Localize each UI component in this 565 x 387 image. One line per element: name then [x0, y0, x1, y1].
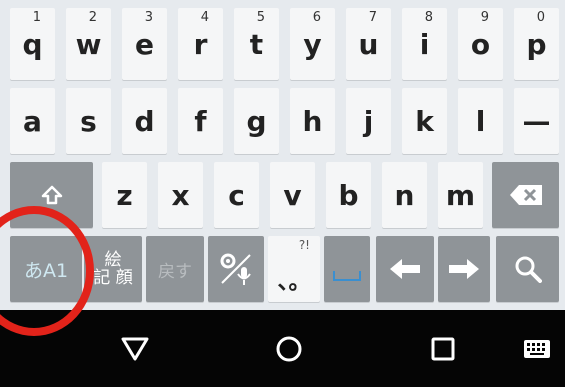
punctuation-key[interactable]: ?! 、。 [268, 236, 320, 302]
key-p-label: p [526, 27, 547, 61]
key-t[interactable]: 5 t [234, 8, 279, 80]
key-f[interactable]: f [178, 88, 223, 154]
arrow-left-icon [390, 259, 420, 279]
key-u-label: u [358, 27, 379, 61]
key-e-hint: 3 [144, 10, 153, 25]
key-i[interactable]: 8 i [402, 8, 447, 80]
key-f-label: f [194, 104, 207, 138]
key-o-hint: 9 [480, 10, 489, 25]
nav-back-icon [121, 337, 149, 361]
key-d[interactable]: d [122, 88, 167, 154]
backspace-key[interactable] [492, 162, 559, 228]
key-dash[interactable]: — [514, 88, 559, 154]
cursor-left-key[interactable] [376, 236, 434, 302]
key-v-label: v [283, 178, 302, 212]
keyboard-switch-button[interactable] [520, 332, 554, 366]
key-i-label: i [419, 27, 430, 61]
key-k-label: k [415, 104, 434, 138]
space-icon [333, 271, 361, 281]
key-t-hint: 5 [256, 10, 265, 25]
software-keyboard: 1 q 2 w 3 e 4 r 5 t 6 y 7 u 8 i 9 o 0 p … [0, 0, 565, 310]
key-m[interactable]: m [438, 162, 483, 228]
key-a-label: a [23, 104, 42, 138]
key-l[interactable]: l [458, 88, 503, 154]
keyboard-icon [524, 340, 550, 358]
key-p[interactable]: 0 p [514, 8, 559, 80]
key-r-hint: 4 [200, 10, 209, 25]
key-x-label: x [171, 178, 190, 212]
key-r[interactable]: 4 r [178, 8, 223, 80]
key-w-hint: 2 [88, 10, 97, 25]
nav-back-button[interactable] [118, 332, 152, 366]
key-q-hint: 1 [32, 10, 41, 25]
symbol-key-top-label: 絵 [104, 250, 122, 270]
arrow-right-icon [449, 259, 479, 279]
nav-recents-icon [431, 337, 455, 361]
key-x[interactable]: x [158, 162, 203, 228]
search-key[interactable] [496, 236, 559, 302]
nav-home-icon [276, 336, 302, 362]
key-r-label: r [193, 27, 208, 61]
key-q[interactable]: 1 q [10, 8, 55, 80]
key-n-label: n [394, 178, 415, 212]
key-q-label: q [22, 27, 43, 61]
key-b-label: b [338, 178, 359, 212]
settings-mic-icon [220, 253, 251, 285]
key-d-label: d [134, 104, 155, 138]
key-c[interactable]: c [214, 162, 259, 228]
key-t-label: t [249, 27, 264, 61]
input-mode-key[interactable]: あA1 [10, 236, 82, 302]
symbol-key-bottom-label: 記 顔 [93, 268, 133, 288]
key-e-label: e [135, 27, 154, 61]
punctuation-label: 、。 [277, 270, 311, 295]
undo-label: 戻す [158, 261, 192, 282]
key-u[interactable]: 7 u [346, 8, 391, 80]
key-a[interactable]: a [10, 88, 55, 154]
key-k[interactable]: k [402, 88, 447, 154]
key-s[interactable]: s [66, 88, 111, 154]
input-mode-label: あA1 [23, 259, 69, 282]
key-b[interactable]: b [326, 162, 371, 228]
key-n[interactable]: n [382, 162, 427, 228]
key-j[interactable]: j [346, 88, 391, 154]
key-g[interactable]: g [234, 88, 279, 154]
backspace-icon [509, 185, 542, 205]
space-key[interactable] [324, 236, 370, 302]
key-w[interactable]: 2 w [66, 8, 111, 80]
search-icon [515, 256, 542, 283]
undo-key[interactable]: 戻す [146, 236, 204, 302]
punctuation-hint: ?! [298, 238, 310, 252]
key-m-label: m [445, 178, 476, 212]
navigation-bar [0, 310, 565, 387]
key-i-hint: 8 [424, 10, 433, 25]
nav-recents-button[interactable] [426, 332, 460, 366]
symbol-emoji-key[interactable]: 絵 記 顔 [84, 236, 142, 302]
cursor-right-key[interactable] [438, 236, 490, 302]
key-z-label: z [116, 178, 133, 212]
key-c-label: c [228, 178, 245, 212]
key-y-label: y [303, 27, 322, 61]
key-s-label: s [80, 104, 97, 138]
key-o-label: o [470, 27, 491, 61]
shift-key[interactable] [10, 162, 93, 228]
key-g-label: g [246, 104, 267, 138]
key-z[interactable]: z [102, 162, 147, 228]
key-u-hint: 7 [368, 10, 377, 25]
key-e[interactable]: 3 e [122, 8, 167, 80]
key-w-label: w [75, 27, 102, 61]
key-p-hint: 0 [536, 10, 545, 25]
key-h-label: h [302, 104, 323, 138]
key-v[interactable]: v [270, 162, 315, 228]
nav-home-button[interactable] [272, 332, 306, 366]
key-h[interactable]: h [290, 88, 335, 154]
shift-icon [41, 185, 62, 205]
settings-voice-key[interactable] [208, 236, 264, 302]
key-y-hint: 6 [312, 10, 321, 25]
key-l-label: l [475, 104, 486, 138]
key-o[interactable]: 9 o [458, 8, 503, 80]
key-j-label: j [363, 104, 374, 138]
key-dash-label: — [522, 104, 551, 138]
key-y[interactable]: 6 y [290, 8, 335, 80]
